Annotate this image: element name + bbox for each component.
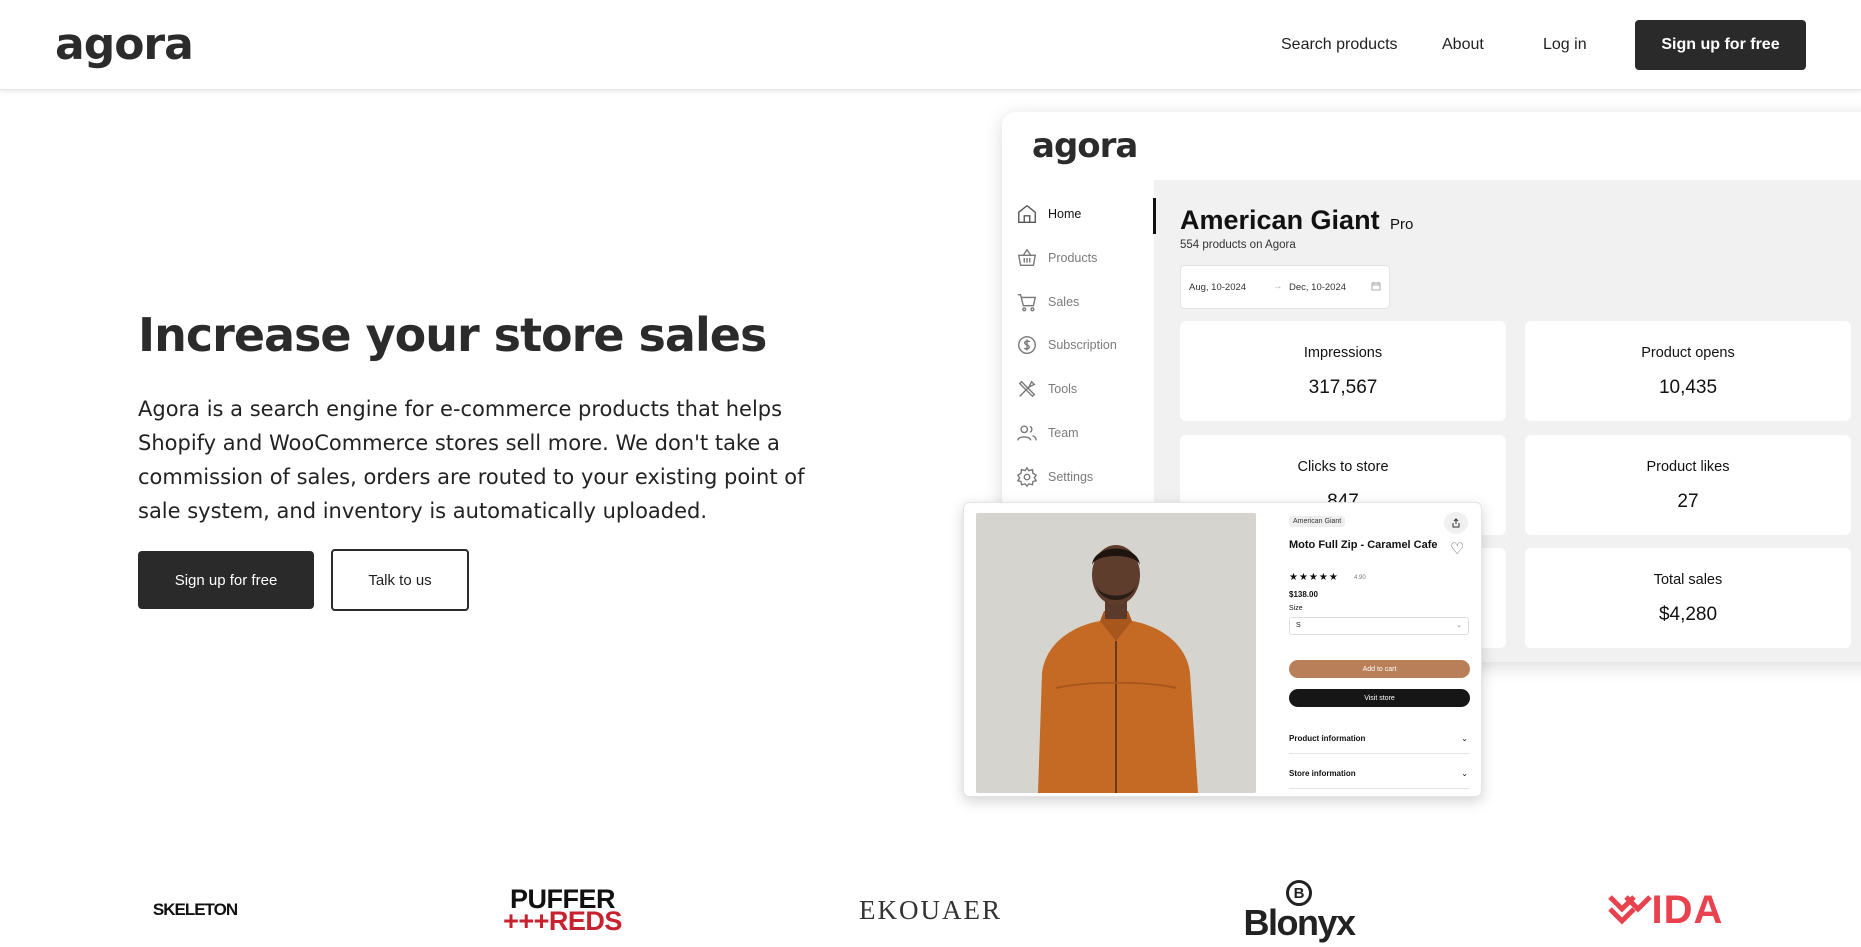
agora-logo[interactable]: agora [55,22,194,68]
blonyx-logo-text: Blonyx [1243,902,1356,943]
divider [1289,788,1470,789]
product-price: $138.00 [1289,590,1318,599]
sidebar-item-tools[interactable]: Tools [1016,377,1077,401]
nav-login[interactable]: Log in [1543,36,1587,54]
plan-badge: Pro [1390,216,1414,233]
size-label: Size [1289,605,1303,612]
chevron-down-icon: ⌄ [1461,769,1468,778]
sidebar-item-sales[interactable]: Sales [1016,290,1079,314]
hero-description: Agora is a search engine for e-commerce … [138,397,805,523]
ida-logo-text: IDA [1651,887,1724,932]
brand-logo-ekouaer: EKOUAER [859,880,1000,940]
add-to-cart-button[interactable]: Add to cart [1289,660,1470,678]
date-range-picker[interactable]: Aug, 10-2024 → Dec, 10-2024 [1180,265,1390,309]
sidebar-item-label: Tools [1048,382,1078,396]
brand-logo-skeleton: SKELETON [140,880,250,940]
sidebar-item-team[interactable]: Team [1016,421,1079,445]
chevron-down-icon: ⌄ [1456,622,1462,629]
arrow-right-icon: → [1273,281,1283,292]
brand-logo-blonyx: B Blonyx [1235,880,1363,943]
date-to: Dec, 10-2024 [1289,282,1347,293]
product-image [976,513,1256,793]
dashboard-logo: agora [1032,126,1138,166]
stat-value: 10,435 [1658,377,1718,398]
stat-card-impressions: Impressions 317,567 [1180,321,1506,421]
brand-logo-ida: IDA [1598,880,1733,940]
site-header: agora Search products About Log in Sign … [0,0,1861,90]
size-value: S [1296,622,1301,629]
sidebar-item-label: Team [1048,426,1079,440]
stat-value: 317,567 [1308,377,1378,398]
heart-icon[interactable]: ♡ [1450,539,1464,559]
divider [1289,753,1470,754]
size-select[interactable]: S ⌄ [1289,617,1469,635]
gear-icon [1016,466,1038,488]
cart-icon [1017,293,1037,312]
basket-icon [1017,248,1037,267]
home-icon [1018,204,1036,223]
ida-chevron-icon [1607,895,1652,925]
dashboard-topbar: agora [1002,112,1861,180]
sidebar-item-label: Subscription [1048,338,1117,352]
stat-label: Product likes [1646,459,1730,475]
stat-value: $4,280 [1658,604,1718,625]
stat-card-product-opens: Product opens 10,435 [1525,321,1851,421]
tools-icon [1018,380,1036,398]
nav-search-products[interactable]: Search products [1281,36,1398,54]
hero-title: Increase your store sales [138,308,767,362]
sidebar-item-home[interactable]: Home [1016,202,1081,226]
stat-label: Clicks to store [1297,459,1389,475]
stat-label: Total sales [1653,572,1723,588]
brand-logo-puffer-reds: PUFFER +++REDS [503,880,622,940]
sidebar-item-label: Products [1048,251,1098,265]
stat-value: 27 [1677,491,1699,512]
sidebar-item-label: Home [1048,207,1082,221]
ekouaer-logo-text: EKOUAER [859,894,1002,925]
share-icon[interactable] [1444,512,1468,534]
store-name: American Giant [1180,205,1380,235]
chevron-down-icon: ⌄ [1461,734,1468,743]
date-from: Aug, 10-2024 [1189,282,1247,293]
nav-about[interactable]: About [1442,36,1484,54]
sidebar-item-settings[interactable]: Settings [1016,465,1093,489]
header-signup-button[interactable]: Sign up for free [1635,20,1806,70]
product-title: Moto Full Zip - Caramel Cafe [1289,539,1438,551]
sidebar-item-subscription[interactable]: Subscription [1016,333,1117,357]
calendar-icon [1371,281,1381,294]
product-information-row[interactable]: Product information ⌄ [1289,734,1470,752]
stat-label: Product opens [1641,345,1735,361]
talk-to-us-button[interactable]: Talk to us [331,549,469,611]
puffer-logo-line2: +++REDS [503,906,622,936]
product-card[interactable]: American Giant Moto Full Zip - Caramel C… [963,502,1482,797]
accordion-label: Product information [1289,734,1366,743]
stat-card-product-likes: Product likes 27 [1525,435,1851,535]
store-badge: American Giant [1289,516,1346,527]
stat-card-total-sales: Total sales $4,280 [1525,548,1851,648]
sidebar-active-indicator [1153,198,1156,234]
skeleton-logo-text: SKELETON [152,900,238,919]
accordion-label: Store information [1289,769,1356,778]
hero-signup-button[interactable]: Sign up for free [138,551,314,609]
rating-value: 4.90 [1354,575,1366,581]
stat-label: Impressions [1303,345,1383,361]
sidebar-item-label: Sales [1048,295,1080,309]
team-icon [1017,425,1037,441]
sidebar-item-label: Settings [1048,470,1094,484]
rating-stars: ★★★★★ [1289,572,1339,583]
visit-store-button[interactable]: Visit store [1289,689,1470,707]
store-product-count: 554 products on Agora [1180,239,1296,251]
dollar-icon [1018,336,1036,354]
sidebar-item-products[interactable]: Products [1016,246,1097,270]
store-information-row[interactable]: Store information ⌄ [1289,769,1470,787]
